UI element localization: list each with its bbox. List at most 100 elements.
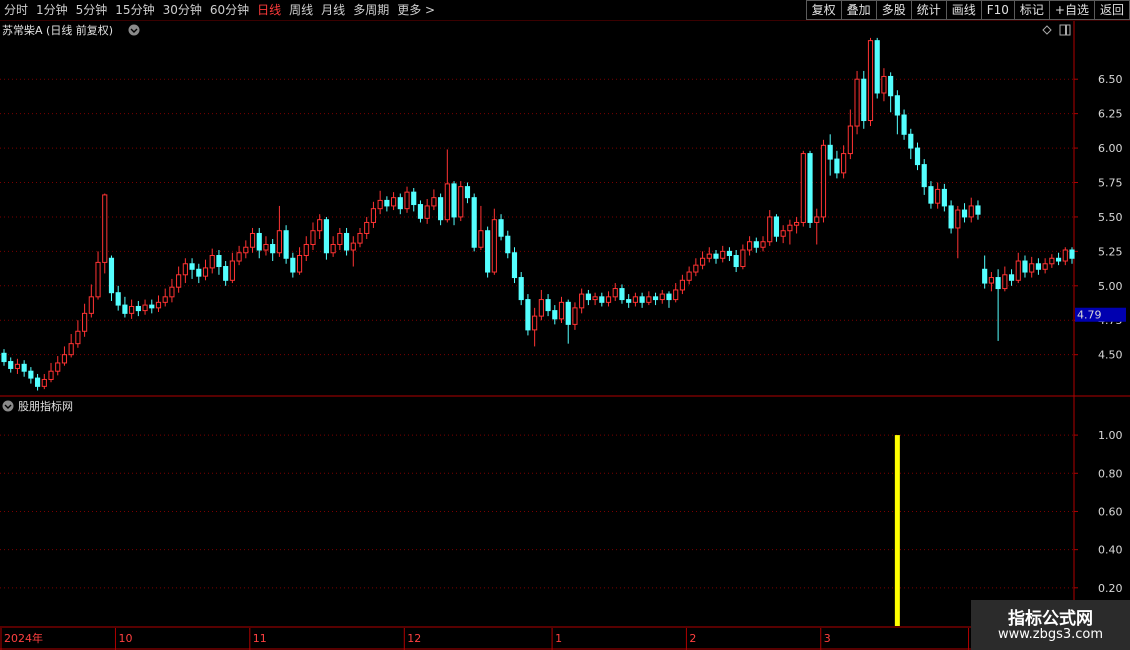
- candle-body[interactable]: [122, 304, 128, 314]
- candle-body[interactable]: [471, 197, 477, 248]
- candle-body[interactable]: [579, 293, 585, 309]
- chevron-down-icon[interactable]: [128, 24, 140, 36]
- candle-body[interactable]: [1035, 263, 1041, 270]
- candle-body[interactable]: [948, 205, 954, 229]
- candle-body[interactable]: [525, 299, 531, 331]
- tool-button-5[interactable]: F10: [980, 0, 1015, 20]
- candle-body[interactable]: [88, 296, 94, 314]
- candle-body[interactable]: [558, 301, 565, 320]
- candle-body[interactable]: [1042, 263, 1048, 270]
- candle-body[interactable]: [619, 288, 625, 301]
- candle-body[interactable]: [417, 204, 424, 219]
- candle-body[interactable]: [162, 296, 168, 303]
- tool-button-2[interactable]: 多股: [875, 0, 912, 20]
- candle-body[interactable]: [968, 205, 974, 218]
- candle-body[interactable]: [626, 299, 632, 303]
- candle-body[interactable]: [451, 183, 457, 218]
- candle-body[interactable]: [847, 125, 853, 155]
- tool-button-0[interactable]: 复权: [805, 0, 842, 20]
- candle-body[interactable]: [961, 209, 968, 218]
- candle-body[interactable]: [928, 186, 934, 204]
- candle-body[interactable]: [592, 296, 598, 301]
- candle-body[interactable]: [391, 197, 397, 207]
- candle-body[interactable]: [1002, 274, 1008, 290]
- candle-body[interactable]: [357, 232, 363, 244]
- candle-body[interactable]: [1022, 260, 1028, 273]
- candle-body[interactable]: [310, 230, 316, 245]
- candle-body[interactable]: [787, 224, 793, 232]
- candle-body[interactable]: [438, 197, 444, 221]
- candle-body[interactable]: [1029, 263, 1035, 273]
- candle-body[interactable]: [874, 40, 880, 94]
- candle-body[interactable]: [760, 241, 766, 248]
- tool-button-7[interactable]: +自选: [1048, 0, 1095, 20]
- candle-body[interactable]: [572, 307, 578, 325]
- candle-body[interactable]: [1015, 260, 1021, 281]
- candle-body[interactable]: [800, 153, 806, 223]
- candle-body[interactable]: [48, 370, 54, 380]
- candle-body[interactable]: [511, 252, 518, 279]
- candle-body[interactable]: [498, 219, 504, 237]
- candle-body[interactable]: [955, 209, 961, 229]
- candle-body[interactable]: [377, 199, 383, 210]
- period-tab-0[interactable]: 分时: [0, 0, 32, 20]
- candle-body[interactable]: [532, 315, 538, 331]
- candle-body[interactable]: [263, 243, 269, 251]
- candle-body[interactable]: [229, 260, 235, 281]
- candle-body[interactable]: [176, 274, 182, 288]
- candle-body[interactable]: [982, 268, 988, 284]
- candle-body[interactable]: [881, 75, 887, 94]
- candle-body[interactable]: [518, 277, 524, 301]
- candle-body[interactable]: [854, 78, 860, 127]
- candle-body[interactable]: [1, 352, 7, 363]
- candle-body[interactable]: [370, 208, 377, 223]
- candle-body[interactable]: [296, 255, 303, 273]
- candle-body[interactable]: [679, 279, 685, 291]
- candle-body[interactable]: [209, 255, 215, 269]
- candle-body[interactable]: [464, 186, 471, 199]
- tool-button-3[interactable]: 统计: [910, 0, 947, 20]
- candle-body[interactable]: [612, 288, 618, 298]
- candle-body[interactable]: [894, 95, 900, 116]
- candle-body[interactable]: [773, 216, 780, 237]
- candle-body[interactable]: [95, 261, 101, 298]
- candle-body[interactable]: [699, 257, 706, 266]
- candle-body[interactable]: [545, 299, 551, 312]
- candle-body[interactable]: [726, 250, 733, 257]
- candle-body[interactable]: [505, 235, 511, 254]
- candle-body[interactable]: [646, 296, 652, 303]
- candle-body[interactable]: [666, 293, 672, 301]
- period-tab-5[interactable]: 60分钟: [206, 0, 253, 20]
- candle-body[interactable]: [605, 296, 612, 303]
- candle-body[interactable]: [196, 268, 202, 277]
- candle-body[interactable]: [75, 330, 81, 345]
- period-tab-4[interactable]: 30分钟: [159, 0, 206, 20]
- tool-button-8[interactable]: 返回: [1093, 0, 1130, 20]
- candle-body[interactable]: [867, 40, 874, 122]
- candle-body[interactable]: [901, 114, 907, 135]
- candle-body[interactable]: [384, 199, 390, 207]
- candle-body[interactable]: [713, 253, 719, 259]
- candle-body[interactable]: [780, 230, 786, 237]
- candle-body[interactable]: [861, 78, 867, 122]
- candle-body[interactable]: [673, 289, 679, 301]
- candle-body[interactable]: [182, 263, 188, 276]
- candle-body[interactable]: [1008, 274, 1015, 281]
- candle-body[interactable]: [914, 147, 921, 166]
- candle-body[interactable]: [794, 221, 800, 226]
- candle-body[interactable]: [142, 304, 148, 312]
- candle-body[interactable]: [458, 186, 464, 218]
- tool-button-4[interactable]: 画线: [945, 0, 982, 20]
- candle-body[interactable]: [1069, 249, 1075, 259]
- candle-body[interactable]: [814, 216, 820, 223]
- candle-body[interactable]: [807, 153, 813, 223]
- period-tab-6[interactable]: 日线: [253, 0, 285, 20]
- candle-body[interactable]: [478, 230, 484, 248]
- period-tab-10[interactable]: 更多 >: [393, 0, 439, 20]
- period-tab-1[interactable]: 1分钟: [32, 0, 72, 20]
- diamond-icon[interactable]: [1042, 25, 1052, 35]
- candle-body[interactable]: [908, 133, 914, 149]
- candle-body[interactable]: [8, 361, 14, 369]
- period-tab-9[interactable]: 多周期: [349, 0, 393, 20]
- candle-body[interactable]: [276, 230, 282, 254]
